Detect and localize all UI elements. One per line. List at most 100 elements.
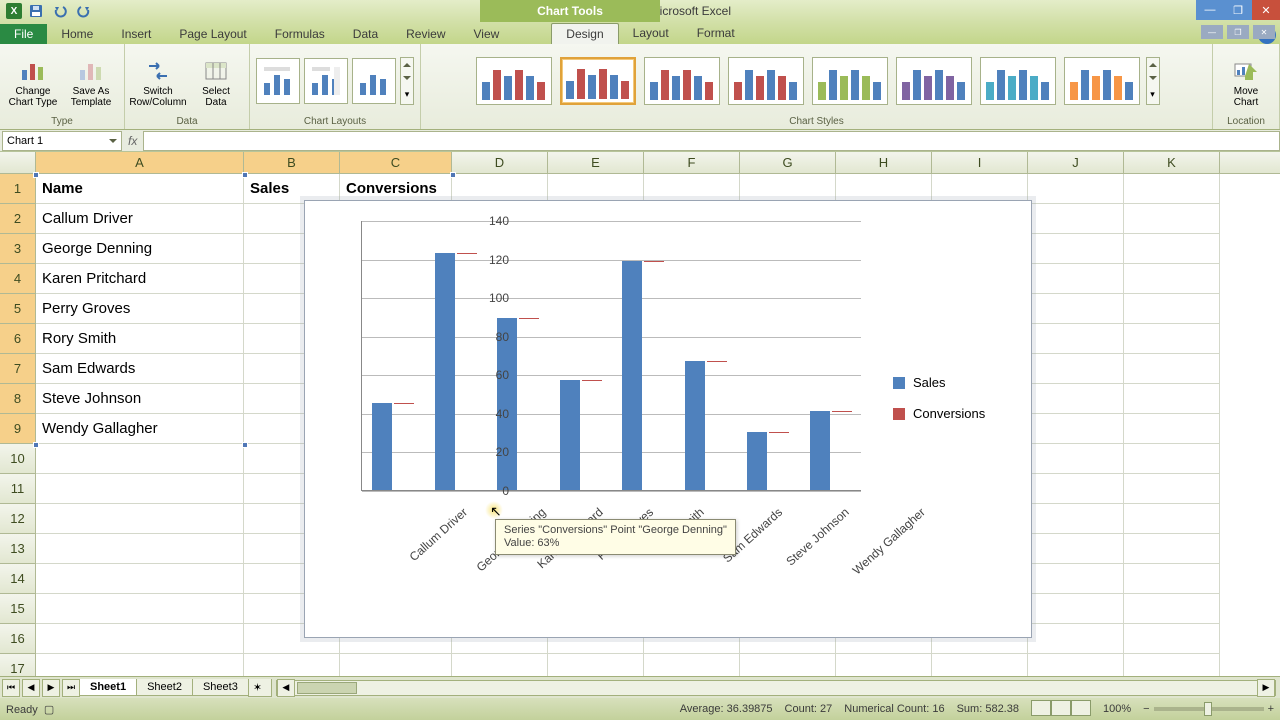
fx-icon[interactable]: fx <box>122 134 143 148</box>
chart-style-2[interactable] <box>560 57 636 105</box>
switch-row-column-button[interactable]: Switch Row/Column <box>131 54 185 108</box>
cell[interactable] <box>1028 444 1124 474</box>
cell[interactable] <box>1028 204 1124 234</box>
column-header[interactable]: G <box>740 152 836 173</box>
cell[interactable] <box>36 474 244 504</box>
file-tab[interactable]: File <box>0 24 47 44</box>
chart-style-1[interactable] <box>476 57 552 105</box>
tab-page-layout[interactable]: Page Layout <box>165 24 260 44</box>
cell[interactable] <box>1124 624 1220 654</box>
cell[interactable] <box>836 654 932 676</box>
cell[interactable] <box>1124 354 1220 384</box>
chart-style-8[interactable] <box>1064 57 1140 105</box>
column-header[interactable]: I <box>932 152 1028 173</box>
chart-style-6[interactable] <box>896 57 972 105</box>
chart-layout-1[interactable] <box>256 58 300 104</box>
change-chart-type-button[interactable]: Change Chart Type <box>6 54 60 108</box>
cell[interactable] <box>1124 474 1220 504</box>
cell[interactable] <box>36 504 244 534</box>
select-all-corner[interactable] <box>0 152 36 173</box>
column-header[interactable]: K <box>1124 152 1220 173</box>
new-sheet-button[interactable]: ✶ <box>248 679 272 697</box>
row-header[interactable]: 15 <box>0 594 36 624</box>
cell[interactable] <box>36 444 244 474</box>
horizontal-scrollbar[interactable]: ◀▶ <box>276 680 1276 696</box>
row-header[interactable]: 11 <box>0 474 36 504</box>
cell[interactable] <box>36 564 244 594</box>
column-header[interactable]: B <box>244 152 340 173</box>
sheet-tab-1[interactable]: Sheet1 <box>79 679 137 696</box>
row-header[interactable]: 13 <box>0 534 36 564</box>
cell[interactable] <box>1028 474 1124 504</box>
cell[interactable] <box>1124 324 1220 354</box>
row-header[interactable]: 4 <box>0 264 36 294</box>
name-box[interactable]: Chart 1 <box>2 131 122 151</box>
close-button[interactable]: ✕ <box>1252 0 1280 20</box>
chart-layout-2[interactable] <box>304 58 348 104</box>
cell[interactable] <box>1028 324 1124 354</box>
row-header[interactable]: 6 <box>0 324 36 354</box>
cell[interactable] <box>1028 594 1124 624</box>
cell[interactable] <box>1124 384 1220 414</box>
cell[interactable] <box>932 654 1028 676</box>
macro-record-icon[interactable]: ▢ <box>44 704 54 716</box>
tab-data[interactable]: Data <box>339 24 392 44</box>
save-as-template-button[interactable]: Save As Template <box>64 54 118 108</box>
cell[interactable] <box>1028 504 1124 534</box>
minimize-button[interactable]: — <box>1196 0 1224 20</box>
cell[interactable] <box>1124 504 1220 534</box>
cell[interactable] <box>1028 654 1124 676</box>
cell[interactable]: Name <box>36 174 244 204</box>
move-chart-button[interactable]: Move Chart <box>1219 54 1273 108</box>
cell[interactable] <box>36 624 244 654</box>
cell[interactable] <box>36 534 244 564</box>
tab-nav-last[interactable]: ⏭ <box>62 679 80 697</box>
cell[interactable]: Wendy Gallagher <box>36 414 244 444</box>
chart-styles-more[interactable]: ▾ <box>1146 57 1160 105</box>
cell[interactable] <box>1028 624 1124 654</box>
cell[interactable]: Callum Driver <box>36 204 244 234</box>
cell[interactable] <box>1124 204 1220 234</box>
tab-formulas[interactable]: Formulas <box>261 24 339 44</box>
cell[interactable]: Sam Edwards <box>36 354 244 384</box>
row-header[interactable]: 16 <box>0 624 36 654</box>
chart-layout-3[interactable] <box>352 58 396 104</box>
select-data-button[interactable]: Select Data <box>189 54 243 108</box>
cell[interactable] <box>36 594 244 624</box>
chart-style-7[interactable] <box>980 57 1056 105</box>
tab-nav-first[interactable]: ⏮ <box>2 679 20 697</box>
row-header[interactable]: 7 <box>0 354 36 384</box>
cell[interactable] <box>1028 174 1124 204</box>
cell[interactable] <box>1124 414 1220 444</box>
cell[interactable]: Steve Johnson <box>36 384 244 414</box>
cell[interactable] <box>452 654 548 676</box>
chart-style-5[interactable] <box>812 57 888 105</box>
cell[interactable] <box>1028 234 1124 264</box>
cell[interactable] <box>1124 594 1220 624</box>
row-header[interactable]: 2 <box>0 204 36 234</box>
cell[interactable] <box>1124 534 1220 564</box>
row-header[interactable]: 12 <box>0 504 36 534</box>
cell[interactable] <box>1028 414 1124 444</box>
tab-design[interactable]: Design <box>551 23 618 44</box>
chart-style-4[interactable] <box>728 57 804 105</box>
cell[interactable] <box>1028 294 1124 324</box>
cell[interactable] <box>1028 384 1124 414</box>
view-buttons[interactable] <box>1031 700 1091 719</box>
column-header[interactable]: D <box>452 152 548 173</box>
sheet-tab-2[interactable]: Sheet2 <box>136 679 193 696</box>
row-header[interactable]: 17 <box>0 654 36 676</box>
formula-input[interactable] <box>143 131 1280 151</box>
cell[interactable] <box>1124 654 1220 676</box>
cell[interactable]: George Denning <box>36 234 244 264</box>
column-header[interactable]: C <box>340 152 452 173</box>
sheet-tab-3[interactable]: Sheet3 <box>192 679 249 696</box>
embedded-chart[interactable]: Sales Conversions ↖ Series "Conversions"… <box>304 200 1032 638</box>
column-header[interactable]: J <box>1028 152 1124 173</box>
row-header[interactable]: 10 <box>0 444 36 474</box>
cell[interactable] <box>340 654 452 676</box>
tab-view[interactable]: View <box>460 24 514 44</box>
tab-nav-next[interactable]: ▶ <box>42 679 60 697</box>
tab-insert[interactable]: Insert <box>107 24 165 44</box>
cell[interactable] <box>548 654 644 676</box>
